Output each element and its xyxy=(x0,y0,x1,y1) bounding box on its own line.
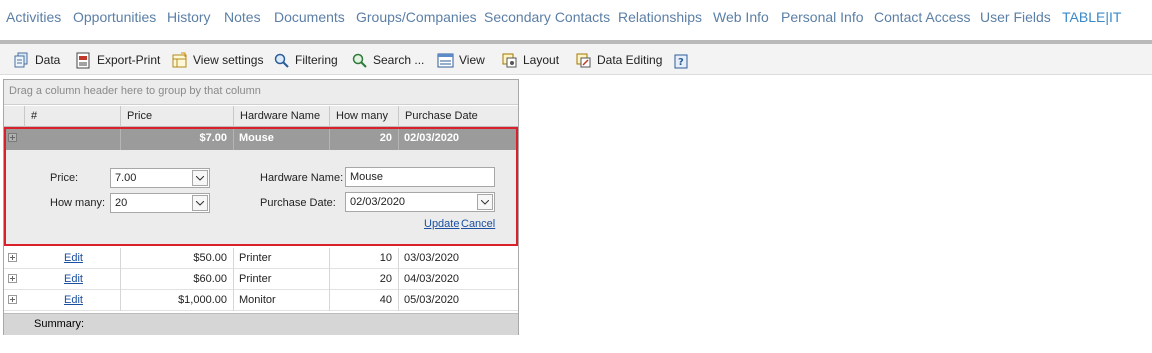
price-combo-value: 7.00 xyxy=(115,172,137,184)
filtering-label: Filtering xyxy=(295,53,338,67)
view-settings-label: View settings xyxy=(193,53,264,67)
tab-groups-companies[interactable]: Groups/Companies xyxy=(356,9,477,25)
export-icon xyxy=(76,52,90,68)
view-icon xyxy=(437,53,454,67)
help-icon: ? xyxy=(674,54,688,68)
search-button[interactable]: Search ... xyxy=(351,50,424,70)
summary-label: Summary: xyxy=(34,318,85,330)
grid-header: # Price Hardware Name How many Purchase … xyxy=(4,106,518,127)
row-price: $60.00 xyxy=(193,273,227,285)
tab-personal-info[interactable]: Personal Info xyxy=(781,9,864,25)
search-icon xyxy=(352,53,367,68)
row-date: 03/03/2020 xyxy=(404,252,460,264)
row-howmany: 20 xyxy=(379,273,392,285)
selected-howmany: 20 xyxy=(379,132,392,144)
edit-link[interactable]: Edit xyxy=(64,248,83,269)
hardware-name-input[interactable]: Mouse xyxy=(345,167,495,187)
filtering-button[interactable]: Filtering xyxy=(273,50,338,70)
data-editing-label: Data Editing xyxy=(597,53,663,67)
col-header-price[interactable]: Price xyxy=(120,106,234,127)
row-price: $1,000.00 xyxy=(178,294,227,306)
selected-price: $7.00 xyxy=(199,132,227,144)
magnifier-icon xyxy=(274,53,289,68)
layout-button[interactable]: Layout xyxy=(501,50,559,70)
row-howmany: 40 xyxy=(379,294,392,306)
row-hardware: Printer xyxy=(239,252,272,264)
col-header-hardware[interactable]: Hardware Name xyxy=(233,106,330,127)
data-button-label: Data xyxy=(35,53,61,67)
layout-icon xyxy=(502,53,517,67)
row-date: 05/03/2020 xyxy=(404,294,460,306)
chevron-down-icon[interactable] xyxy=(192,195,208,211)
view-settings-icon xyxy=(172,52,187,67)
data-grid: Drag a column header here to group by th… xyxy=(3,79,519,335)
data-editing-icon xyxy=(576,53,591,67)
tab-web-info[interactable]: Web Info xyxy=(713,9,769,25)
col-header-howmany[interactable]: How many xyxy=(329,106,399,127)
export-print-button[interactable]: Export-Print xyxy=(75,50,160,70)
tab-table-it[interactable]: TABLE|IT xyxy=(1062,9,1121,25)
purchase-date-value: 02/03/2020 xyxy=(350,196,406,208)
data-editing-button[interactable]: Data Editing xyxy=(575,50,662,70)
tab-notes[interactable]: Notes xyxy=(224,9,261,25)
tab-secondary-contacts[interactable]: Secondary Contacts xyxy=(484,9,610,25)
expand-icon[interactable] xyxy=(8,295,17,304)
expand-icon[interactable] xyxy=(8,274,17,283)
layout-label: Layout xyxy=(523,53,560,67)
tab-contact-access[interactable]: Contact Access xyxy=(874,9,971,25)
price-combo[interactable]: 7.00 xyxy=(110,168,210,188)
top-nav: Activities Opportunities History Notes D… xyxy=(0,0,1152,40)
search-label: Search ... xyxy=(373,53,425,67)
table-row[interactable]: Edit $50.00 Printer 10 03/03/2020 xyxy=(4,248,518,269)
price-label: Price: xyxy=(50,172,79,184)
edit-link[interactable]: Edit xyxy=(64,290,83,311)
data-button[interactable]: Data xyxy=(13,50,60,70)
edit-link[interactable]: Edit xyxy=(64,269,83,290)
howmany-label: How many: xyxy=(50,197,106,209)
tab-activities[interactable]: Activities xyxy=(6,9,61,25)
hardware-name-label: Hardware Name: xyxy=(260,172,344,184)
row-date: 04/03/2020 xyxy=(404,273,460,285)
table-row[interactable]: Edit $1,000.00 Monitor 40 05/03/2020 xyxy=(4,290,518,311)
grid-toolbar: Data Export-Print View settings Filterin… xyxy=(0,44,1152,75)
svg-text:?: ? xyxy=(678,57,684,68)
col-header-number[interactable]: # xyxy=(24,106,121,127)
export-print-label: Export-Print xyxy=(97,53,161,67)
purchase-date-picker[interactable]: 02/03/2020 xyxy=(345,192,495,212)
row-howmany: 10 xyxy=(379,252,392,264)
col-header-date[interactable]: Purchase Date xyxy=(398,106,518,127)
row-hardware: Monitor xyxy=(239,294,276,306)
selected-date: 02/03/2020 xyxy=(404,132,460,144)
tab-documents[interactable]: Documents xyxy=(274,9,345,25)
selected-row[interactable]: $7.00 Mouse 20 02/03/2020 xyxy=(4,128,518,150)
view-button[interactable]: View xyxy=(437,50,485,70)
expand-icon[interactable] xyxy=(8,253,17,262)
chevron-down-icon[interactable] xyxy=(192,170,208,186)
group-by-panel[interactable]: Drag a column header here to group by th… xyxy=(4,80,518,105)
tab-relationships[interactable]: Relationships xyxy=(618,9,702,25)
table-row[interactable]: Edit $60.00 Printer 20 04/03/2020 xyxy=(4,269,518,290)
view-label: View xyxy=(459,53,485,67)
tab-history[interactable]: History xyxy=(167,9,211,25)
chevron-down-icon[interactable] xyxy=(477,194,493,210)
view-settings-button[interactable]: View settings xyxy=(171,50,263,70)
purchase-date-label: Purchase Date: xyxy=(260,197,336,209)
tab-opportunities[interactable]: Opportunities xyxy=(73,9,156,25)
edit-form: Price: 7.00 How many: 20 Hardware Name: … xyxy=(4,150,518,246)
data-icon xyxy=(14,52,28,67)
help-button[interactable]: ? xyxy=(673,50,695,70)
cancel-link[interactable]: Cancel xyxy=(461,218,495,230)
row-price: $50.00 xyxy=(193,252,227,264)
howmany-combo[interactable]: 20 xyxy=(110,193,210,213)
tab-user-fields[interactable]: User Fields xyxy=(980,9,1051,25)
howmany-combo-value: 20 xyxy=(115,197,128,209)
expand-icon[interactable] xyxy=(8,133,17,142)
row-hardware: Printer xyxy=(239,273,272,285)
summary-row: Summary: xyxy=(4,313,518,335)
selected-hardware: Mouse xyxy=(239,132,274,144)
update-link[interactable]: Update xyxy=(424,218,459,230)
